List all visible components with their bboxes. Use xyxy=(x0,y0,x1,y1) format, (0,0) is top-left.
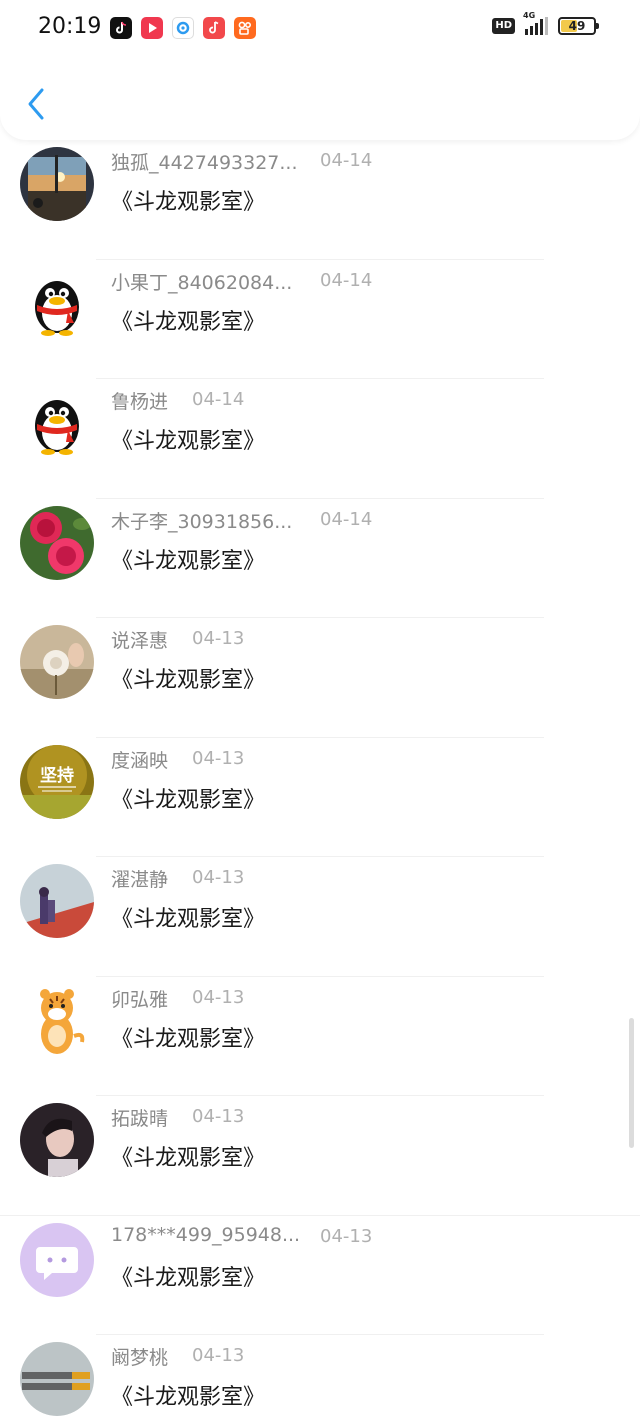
message-text: 《斗龙观影室》 xyxy=(111,1026,266,1052)
message-row[interactable]: 坚持 度涵映 04-13 《斗龙观影室》 xyxy=(0,738,640,857)
music-icon xyxy=(203,17,225,39)
text-sign-avatar[interactable] xyxy=(20,1342,94,1416)
message-date: 04-13 xyxy=(192,867,245,888)
message-text: 《斗龙观影室》 xyxy=(111,1385,266,1410)
douyin-icon xyxy=(110,17,132,39)
kuaishou-icon xyxy=(234,17,256,39)
message-row[interactable]: 阚梦桃 04-13 《斗龙观影室》 xyxy=(0,1335,640,1422)
sender-name: 178***499_95948... xyxy=(111,1223,301,1246)
svg-text:坚持: 坚持 xyxy=(40,765,74,786)
message-text: 《斗龙观影室》 xyxy=(111,309,266,335)
message-row[interactable]: 小果丁_84062084... 04-14 《斗龙观影室》 xyxy=(0,260,640,379)
sender-name: 独孤_4427493327... xyxy=(111,152,298,174)
sunset-window-avatar[interactable] xyxy=(20,147,94,221)
message-text: 《斗龙观影室》 xyxy=(111,787,266,813)
message-row[interactable]: 独孤_4427493327... 04-14 《斗龙观影室》 xyxy=(0,140,640,260)
tiger-cartoon-avatar[interactable] xyxy=(20,983,94,1058)
message-date: 04-13 xyxy=(192,747,245,769)
sender-name: 说泽惠 xyxy=(111,630,169,652)
message-text: 《斗龙观影室》 xyxy=(111,1146,266,1171)
rooftop-couple-avatar[interactable] xyxy=(20,864,94,938)
message-row[interactable]: 木子李_30931856... 04-14 《斗龙观影室》 xyxy=(0,499,640,618)
browser-icon xyxy=(172,17,194,39)
video-play-icon xyxy=(141,17,163,39)
chat-bubble-avatar[interactable] xyxy=(20,1222,94,1297)
message-date: 04-13 xyxy=(192,1345,245,1366)
portrait-avatar[interactable] xyxy=(20,1103,94,1177)
sender-name: 濯湛静 xyxy=(111,869,169,891)
message-text: 《斗龙观影室》 xyxy=(111,907,266,932)
battery-level: 49 xyxy=(568,19,586,33)
message-row[interactable]: 卯弘雅 04-13 《斗龙观影室》 xyxy=(0,977,640,1096)
message-list: 独孤_4427493327... 04-14 《斗龙观影室》 小果丁_84062084… xyxy=(0,140,640,1422)
message-text: 《斗龙观影室》 xyxy=(111,190,266,215)
network-type-label: 4G xyxy=(523,11,536,20)
chevron-left-icon xyxy=(28,88,44,120)
scrollbar[interactable] xyxy=(629,1018,634,1148)
status-bar: 20:19 HD 4G 49 xyxy=(0,0,640,58)
message-date: 04-13 xyxy=(192,628,245,649)
sender-name: 阚梦桃 xyxy=(111,1347,169,1369)
rose-avatar[interactable] xyxy=(20,505,94,580)
back-button[interactable] xyxy=(20,82,52,126)
message-row[interactable]: 说泽惠 04-13 《斗龙观影室》 xyxy=(0,618,640,738)
sender-name: 木子李_30931856... xyxy=(111,510,293,533)
message-text: 《斗龙观影室》 xyxy=(111,668,266,693)
dandelion-avatar[interactable] xyxy=(20,625,94,699)
message-text: 《斗龙观影室》 xyxy=(111,1265,266,1291)
message-date: 04-14 xyxy=(320,269,373,291)
cellular-signal-icon: 4G xyxy=(523,11,548,35)
message-date: 04-14 xyxy=(320,150,373,171)
sender-name: 卯弘雅 xyxy=(111,988,169,1011)
message-row[interactable]: 拓跋晴 04-13 《斗龙观影室》 xyxy=(0,1096,640,1216)
jianchi-avatar[interactable]: 坚持 xyxy=(20,744,94,819)
status-time: 20:19 xyxy=(38,14,102,39)
sender-name: 度涵映 xyxy=(111,749,169,772)
message-date: 04-14 xyxy=(192,389,245,410)
penguin-avatar[interactable] xyxy=(20,266,94,341)
sender-name: 拓跋晴 xyxy=(111,1108,169,1130)
message-row[interactable]: 濯湛静 04-13 《斗龙观影室》 xyxy=(0,857,640,977)
message-text: 《斗龙观影室》 xyxy=(111,429,266,454)
message-date: 04-13 xyxy=(192,986,245,1008)
notification-icons xyxy=(110,17,256,39)
message-date: 04-14 xyxy=(320,508,373,530)
message-date: 04-13 xyxy=(192,1106,245,1127)
sender-name: 小果丁_84062084... xyxy=(111,271,293,294)
status-indicators: HD 4G 49 xyxy=(492,11,599,35)
message-row[interactable]: 178***499_95948... 04-13 《斗龙观影室》 xyxy=(0,1216,640,1335)
sender-name: 鲁杨进 xyxy=(111,391,169,413)
message-row[interactable]: 鲁杨进 04-14 《斗龙观影室》 xyxy=(0,379,640,499)
message-date: 04-13 xyxy=(320,1225,373,1247)
battery-icon: 49 xyxy=(558,17,599,35)
hd-badge: HD xyxy=(492,18,515,34)
penguin-avatar[interactable] xyxy=(20,386,94,460)
message-text: 《斗龙观影室》 xyxy=(111,548,266,574)
top-bar: 20:19 HD 4G 49 xyxy=(0,0,640,140)
